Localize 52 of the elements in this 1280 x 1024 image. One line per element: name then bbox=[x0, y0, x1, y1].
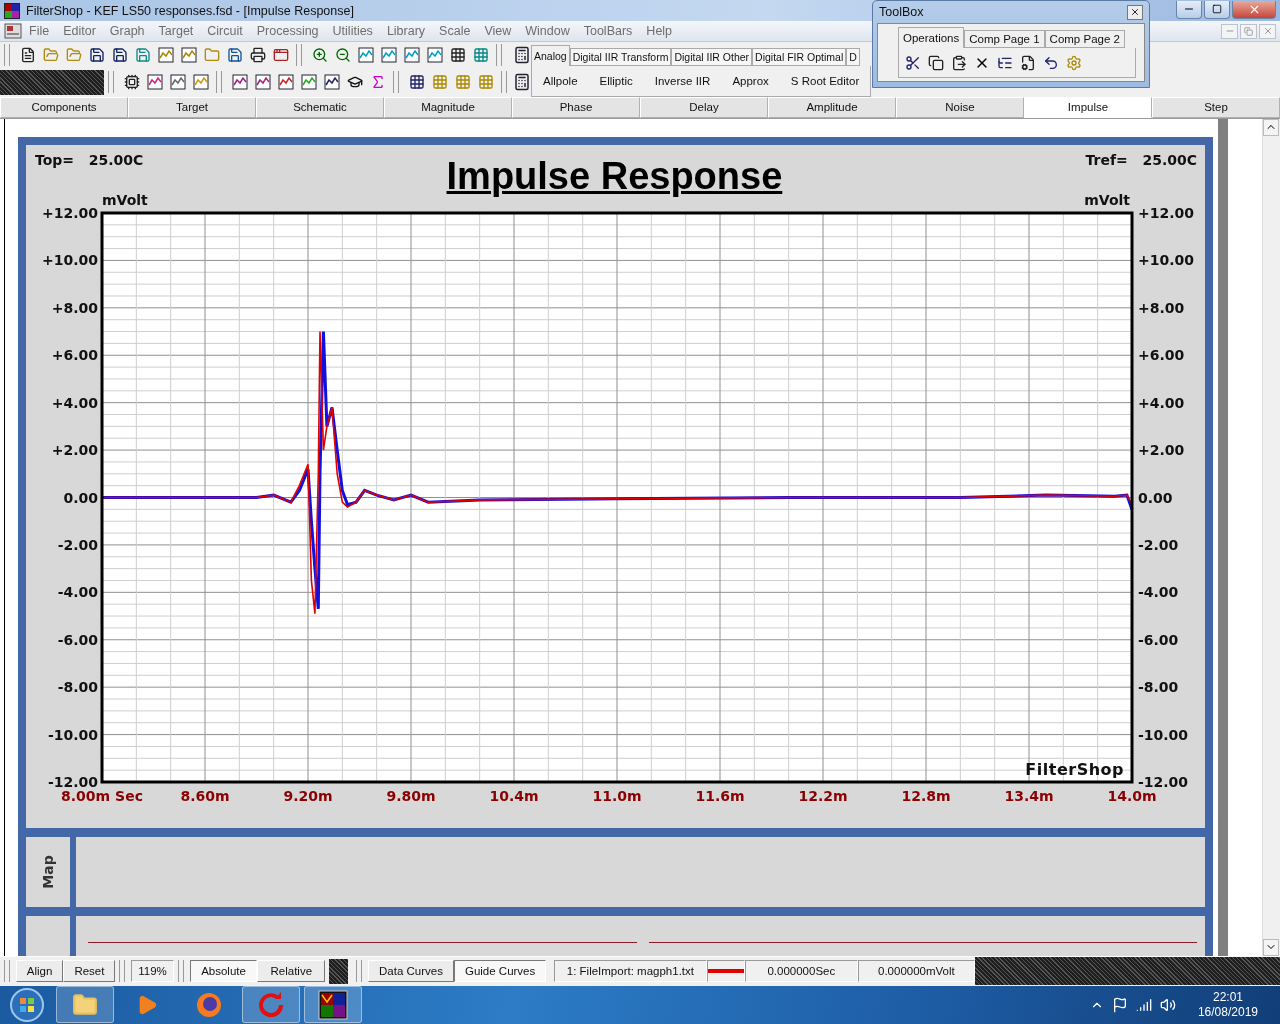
cursor-value: 0.000000mVolt bbox=[857, 960, 975, 983]
x-axis-label: 12.2m bbox=[798, 787, 848, 804]
unit-label: mVolt bbox=[1084, 191, 1130, 208]
unit-label: mVolt bbox=[102, 191, 148, 208]
top-temperature: Top= 25.00C bbox=[35, 151, 144, 168]
x-axis-label: 14.0m bbox=[1107, 787, 1157, 804]
x-axis-label: 10.4m bbox=[489, 787, 539, 804]
y-axis-label: +8.00 bbox=[51, 299, 98, 316]
x-axis-label: 8.00m Sec bbox=[61, 787, 143, 804]
y-axis-label: -6.00 bbox=[57, 631, 98, 648]
graph-title: Impulse Response bbox=[446, 155, 783, 196]
x-axis-label: 12.8m bbox=[901, 787, 951, 804]
x-axis-label: 9.80m bbox=[386, 787, 436, 804]
y-axis-label: +10.00 bbox=[1138, 252, 1194, 269]
y-axis-label: -2.00 bbox=[1138, 536, 1179, 553]
y-axis-label: -12.00 bbox=[1138, 773, 1189, 790]
window-title: FilterShop - KEF LS50 responses.fsd - [Impulse Response] bbox=[26, 3, 354, 18]
reference-temperature: Tref= 25.00C bbox=[1085, 151, 1197, 168]
clock-time: 22:01 bbox=[1212, 989, 1243, 1005]
y-axis-label: +12.00 bbox=[1138, 204, 1194, 221]
zoom-level: 119% bbox=[131, 960, 174, 983]
y-axis-label: -10.00 bbox=[47, 726, 98, 743]
y-axis-label: -4.00 bbox=[1138, 583, 1179, 600]
y-axis-label: +4.00 bbox=[51, 394, 98, 411]
y-axis-label: +2.00 bbox=[51, 441, 98, 458]
brand-label: FilterShop bbox=[1025, 759, 1124, 779]
y-axis-label: -8.00 bbox=[1138, 678, 1179, 695]
y-axis-label: 0.00 bbox=[63, 489, 98, 506]
y-axis-label: +10.00 bbox=[42, 252, 98, 269]
y-axis-label: -2.00 bbox=[57, 536, 98, 553]
y-axis-label: +6.00 bbox=[1138, 346, 1185, 363]
x-axis-label: 13.4m bbox=[1004, 787, 1054, 804]
y-axis-label: +6.00 bbox=[51, 346, 98, 363]
cursor-time: 0.000000Sec bbox=[744, 960, 858, 983]
toolbox-title: ToolBox bbox=[879, 5, 924, 19]
y-axis-label: -12.00 bbox=[47, 773, 98, 790]
y-axis-label: +2.00 bbox=[1138, 441, 1185, 458]
x-axis-label: 11.0m bbox=[592, 787, 642, 804]
x-axis-label: 11.6m bbox=[695, 787, 745, 804]
y-axis-label: -8.00 bbox=[57, 678, 98, 695]
y-axis-label: +4.00 bbox=[1138, 394, 1185, 411]
y-axis-label: 0.00 bbox=[1138, 489, 1173, 506]
y-axis-label: -6.00 bbox=[1138, 631, 1179, 648]
y-axis-label: -10.00 bbox=[1138, 726, 1189, 743]
x-axis-label: 8.60m bbox=[180, 787, 230, 804]
y-axis-label: +12.00 bbox=[42, 204, 98, 221]
clock-date: 16/08/2019 bbox=[1197, 1004, 1258, 1020]
curve-name: 1: FileImport: magph1.txt bbox=[554, 960, 707, 983]
y-axis-label: -4.00 bbox=[57, 583, 98, 600]
x-axis-label: 9.20m bbox=[283, 787, 333, 804]
panel-label: Map bbox=[40, 854, 56, 889]
y-axis-label: +8.00 bbox=[1138, 299, 1185, 316]
